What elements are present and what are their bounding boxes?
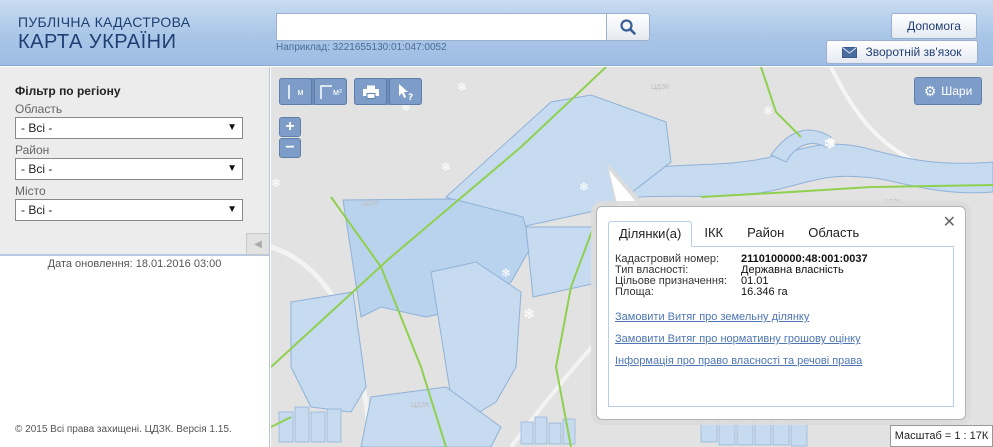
svg-text:❄: ❄ (823, 134, 836, 153)
zoom-in-button[interactable]: + (279, 117, 301, 137)
copyright: © 2015 Всі права захищені. ЦДЗК. Версія … (15, 424, 232, 435)
sidebar: Фільтр по регіону Область - Всі - ▼ Райо… (0, 67, 270, 447)
svg-text:?: ? (408, 93, 413, 101)
search-hint: Наприклад: 3221655130:01:047:0052 (276, 42, 447, 53)
ownership-rights-info-link[interactable]: Інформація про право власності та речові… (615, 355, 862, 367)
oblast-label: Область (15, 102, 63, 116)
svg-text:❄: ❄ (271, 176, 281, 190)
feedback-button[interactable]: Зворотній зв'язок (826, 40, 978, 64)
logo[interactable]: ПУБЛІЧНА КАДАСТРОВА КАРТА УКРАЇНИ (18, 14, 190, 54)
order-land-extract-link[interactable]: Замовити Витяг про земельну ділянку (615, 311, 809, 323)
map-watermark-text: ЦДЗК (651, 84, 670, 91)
print-info-tools: ? (354, 78, 422, 105)
tab-ikk[interactable]: ІКК (692, 221, 735, 247)
map-watermark-text: ЦДЗК (411, 402, 430, 409)
svg-text:❄: ❄ (579, 180, 589, 194)
region-filter-panel: Фільтр по регіону Область - Всі - ▼ Райо… (0, 67, 269, 256)
measure-tools: м м² (279, 78, 347, 105)
logo-line2: КАРТА УКРАЇНИ (18, 31, 177, 53)
map-canvas[interactable]: ЦДЗК ЦДЗК ЦДЗК ЦДЗК ❄ ❄ ❄ ❄ ❄ ❄ ❄ ❄ ❄ ❄ м м² (271, 67, 993, 447)
tab-oblast[interactable]: Область (796, 221, 871, 247)
svg-text:❄: ❄ (523, 305, 536, 323)
measure-area-button[interactable]: м² (314, 78, 347, 105)
measure-distance-label: м (297, 86, 304, 97)
update-date: Дата оновлення: 18.01.2016 03:00 (47, 258, 222, 270)
filter-title: Фільтр по регіону (15, 84, 121, 98)
map-watermark-text: ЦДЗК (883, 199, 902, 206)
measure-distance-button[interactable]: м (279, 78, 312, 105)
raion-label: Район (15, 143, 50, 157)
search-bar (276, 13, 650, 41)
layers-label: Шари (941, 84, 973, 98)
collapse-sidebar-button[interactable]: ◀ (246, 233, 269, 255)
misto-select-value: - Всі - (21, 203, 53, 217)
area-value: 16.346 га (741, 286, 788, 298)
tab-raion[interactable]: Район (735, 221, 796, 247)
dropdown-arrow-icon: ▼ (227, 122, 237, 133)
measure-area-label: м² (332, 86, 343, 97)
feedback-label: Зворотній зв'язок (865, 45, 962, 59)
dropdown-arrow-icon: ▼ (227, 204, 237, 215)
dropdown-arrow-icon: ▼ (227, 163, 237, 174)
close-icon[interactable]: ✕ (943, 215, 956, 231)
tab-parcels[interactable]: Ділянки(а) (608, 221, 693, 247)
parcel-details: Кадастровий номер: 2110100000:48:001:003… (608, 246, 954, 407)
layers-button[interactable]: ⚙ Шари (914, 77, 982, 105)
order-valuation-extract-link[interactable]: Замовити Витяг про нормативну грошову оц… (615, 333, 861, 345)
envelope-icon (842, 46, 858, 58)
scale-indicator: Масштаб = 1 : 17К (890, 425, 993, 447)
search-icon (620, 19, 636, 35)
gear-icon: ⚙ (923, 82, 937, 99)
ruler-line-icon (288, 84, 291, 99)
popup-tabs: Ділянки(а) ІКК Район Область (608, 221, 871, 247)
raion-select[interactable]: - Всі - ▼ (15, 158, 243, 180)
identify-button[interactable]: ? (389, 78, 422, 105)
misto-select[interactable]: - Всі - ▼ (15, 199, 243, 221)
field-label: Площа: (615, 286, 654, 298)
oblast-select-value: - Всі - (21, 121, 53, 135)
ruler-area-icon (320, 84, 332, 99)
raion-select-value: - Всі - (21, 162, 53, 176)
area-row: Площа: 16.346 га (615, 287, 788, 298)
map-watermark-text: ЦДЗК (361, 200, 380, 207)
header: ПУБЛІЧНА КАДАСТРОВА КАРТА УКРАЇНИ Наприк… (0, 0, 993, 66)
search-button[interactable] (606, 13, 650, 41)
zoom-out-button[interactable]: − (279, 138, 301, 158)
oblast-select[interactable]: - Всі - ▼ (15, 117, 243, 139)
print-button[interactable] (354, 78, 387, 105)
cursor-question-icon: ? (398, 83, 413, 101)
misto-label: Місто (15, 184, 46, 198)
printer-icon (362, 85, 379, 99)
svg-text:❄: ❄ (457, 80, 467, 94)
svg-text:❄: ❄ (501, 266, 511, 280)
help-button[interactable]: Допомога (891, 13, 977, 39)
parcel-info-popup: ✕ Ділянки(а) ІКК Район Область Кадастров… (596, 206, 966, 420)
svg-text:❄: ❄ (441, 160, 451, 174)
search-input[interactable] (276, 13, 606, 41)
svg-text:❄: ❄ (763, 104, 773, 118)
triangle-left-icon: ◀ (254, 238, 262, 250)
logo-line1: ПУБЛІЧНА КАДАСТРОВА (18, 14, 191, 30)
